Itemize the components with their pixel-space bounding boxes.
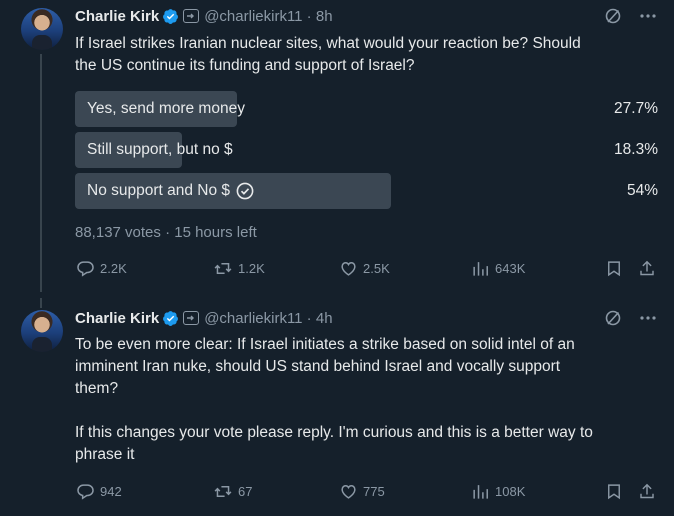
tweet-text-line [75, 400, 660, 422]
like-button[interactable]: 2.5K [339, 259, 390, 278]
reply-button[interactable]: 2.2K [76, 259, 127, 278]
author-handle[interactable]: @charliekirk11 · 4h [204, 310, 332, 327]
more-icon[interactable] [640, 316, 656, 320]
share-button[interactable] [638, 482, 656, 501]
thread-line [40, 298, 42, 308]
like-count: 775 [363, 484, 385, 499]
avatar[interactable] [21, 8, 63, 50]
poll-option-percent: 18.3% [614, 141, 658, 158]
tweet-text-line: To be even more clear: If Israel initiat… [75, 336, 575, 353]
tweet-actions: 942 67 775 108K [75, 482, 660, 504]
poll-option[interactable]: Still support, but no $ 18.3% [75, 132, 660, 168]
poll-option[interactable]: Yes, send more money 27.7% [75, 91, 660, 127]
check-circle-icon [236, 182, 254, 200]
thread-line [40, 54, 42, 292]
bookmark-icon [608, 261, 620, 277]
like-count: 2.5K [363, 261, 390, 276]
reply-button[interactable]: 942 [76, 482, 122, 501]
tweet-text-line: imminent Iran nuke, should US stand behi… [75, 358, 561, 375]
repost-icon [214, 262, 232, 275]
views-button[interactable]: 108K [471, 482, 525, 501]
views-icon [473, 485, 488, 499]
tweet-text: To be even more clear: If Israel initiat… [75, 334, 660, 466]
reply-count: 2.2K [100, 261, 127, 276]
avatar[interactable] [21, 310, 63, 352]
views-icon [473, 262, 488, 276]
poll-option-percent: 27.7% [614, 100, 658, 117]
repost-count: 1.2K [238, 261, 265, 276]
tweet-text: If Israel strikes Iranian nuclear sites,… [75, 33, 660, 77]
like-button[interactable]: 775 [339, 482, 385, 501]
views-count: 643K [495, 261, 526, 276]
affiliate-badge-icon[interactable] [183, 9, 200, 23]
bookmark-icon [608, 484, 620, 500]
tweet-text-line: If this changes your vote please reply. … [75, 424, 593, 441]
repost-button[interactable]: 1.2K [213, 259, 265, 278]
tweet[interactable]: Charlie Kirk @charliekirk11 · 4h To be e… [0, 298, 674, 516]
share-icon [640, 483, 654, 499]
bookmark-button[interactable] [605, 259, 623, 278]
author-handle[interactable]: @charliekirk11 · 8h [204, 8, 332, 25]
tweet-header: Charlie Kirk @charliekirk11 · 4h [75, 308, 333, 328]
tweet-actions: 2.2K 1.2K 2.5K 643K [75, 259, 660, 281]
bookmark-button[interactable] [605, 482, 623, 501]
repost-icon [214, 485, 232, 498]
poll-option-label: No support and No $ [87, 173, 254, 209]
poll-meta: 88,137 votes · 15 hours left [75, 224, 257, 241]
verified-badge-icon [163, 310, 179, 326]
reply-icon [77, 261, 94, 277]
reply-icon [77, 484, 94, 500]
tweet-header-actions [604, 309, 656, 327]
affiliate-badge-icon[interactable] [183, 311, 200, 325]
poll-option-percent: 54% [626, 182, 658, 199]
share-button[interactable] [638, 259, 656, 278]
tweet-text-line: phrase it [75, 446, 135, 463]
poll-option-label: Still support, but no $ [87, 141, 233, 158]
reply-count: 942 [100, 484, 122, 499]
repost-button[interactable]: 67 [213, 482, 252, 501]
tweet-text-line: them? [75, 380, 119, 397]
author-name[interactable]: Charlie Kirk [75, 310, 159, 327]
tweet-text-line: the US continue its funding and support … [75, 57, 415, 74]
grok-icon[interactable] [604, 309, 622, 327]
like-icon [341, 485, 356, 499]
tweet[interactable]: Charlie Kirk @charliekirk11 · 8h If Isra… [0, 0, 674, 292]
tweet-header-actions [604, 7, 656, 25]
share-icon [640, 260, 654, 276]
verified-badge-icon [163, 8, 179, 24]
like-icon [341, 262, 356, 276]
grok-icon[interactable] [604, 7, 622, 25]
views-count: 108K [495, 484, 526, 499]
repost-count: 67 [238, 484, 253, 499]
poll-option-label: Yes, send more money [87, 100, 245, 117]
poll-option[interactable]: No support and No $ 54% [75, 173, 660, 209]
author-name[interactable]: Charlie Kirk [75, 8, 159, 25]
more-icon[interactable] [640, 14, 656, 18]
tweet-text-line: If Israel strikes Iranian nuclear sites,… [75, 35, 581, 52]
tweet-header: Charlie Kirk @charliekirk11 · 8h [75, 6, 333, 26]
views-button[interactable]: 643K [471, 259, 525, 278]
